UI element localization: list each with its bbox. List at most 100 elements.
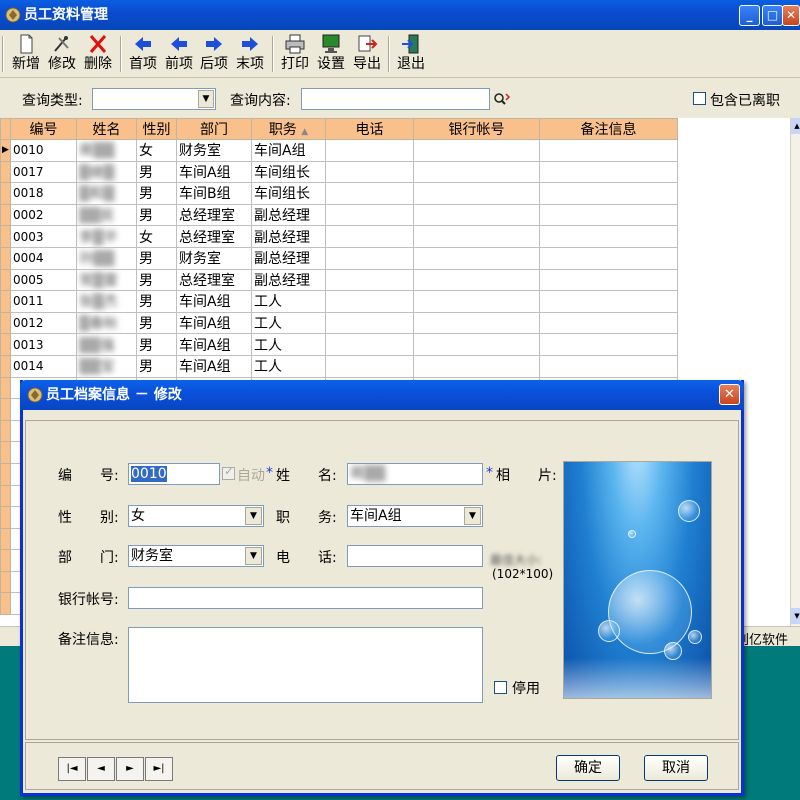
table-cell[interactable]: 常▒雷 [76,268,137,292]
auto-checkbox[interactable]: ✓ [222,464,235,480]
table-cell[interactable] [413,160,540,184]
table-cell[interactable]: 副总经理 [251,225,326,248]
table-cell[interactable]: 车间A组 [176,333,252,356]
name-field[interactable]: 蒋▒▒ [347,463,483,485]
search-icon[interactable] [493,91,511,107]
row-header[interactable] [0,246,11,270]
table-cell[interactable] [325,139,414,162]
row-header[interactable] [0,354,11,378]
table-cell[interactable]: 0002 [10,203,77,227]
table-cell[interactable]: 0012 [10,311,77,335]
table-cell[interactable]: 孙▒▒ [76,246,137,270]
table-cell[interactable] [539,139,678,162]
table-cell[interactable] [413,182,540,205]
nav-first-button[interactable]: |◄ [58,757,86,781]
row-header[interactable] [0,527,11,551]
row-header[interactable] [0,419,11,443]
gender-select[interactable]: 女 ▼ [128,505,264,527]
table-cell[interactable]: ▒▒民 [76,203,137,227]
table-cell[interactable] [413,354,540,378]
table-cell[interactable] [539,160,678,184]
row-header[interactable] [0,376,11,400]
table-cell[interactable]: 副总经理 [251,246,326,270]
table-cell[interactable]: 车间组长 [251,182,326,205]
phone-field[interactable] [347,545,483,567]
table-cell[interactable]: 0010 [10,139,77,162]
table-cell[interactable]: 0014 [10,354,77,378]
row-header[interactable] [0,441,11,464]
table-row[interactable]: 0004 孙▒▒ 男财务室 副总经理 [0,246,791,270]
table-cell[interactable] [413,246,540,270]
table-cell[interactable]: 车间A组 [176,354,252,378]
row-header[interactable] [0,203,11,227]
print-button[interactable]: 打印 [276,34,314,76]
table-cell[interactable] [325,333,414,356]
table-cell[interactable] [539,333,678,356]
row-header[interactable] [0,333,11,356]
row-header[interactable] [0,549,11,572]
cancel-button[interactable]: 取消 [644,755,708,781]
table-cell[interactable]: 0013 [10,333,77,356]
table-cell[interactable] [413,290,540,313]
table-cell[interactable]: 男 [136,333,177,356]
chevron-down-icon[interactable]: ▼ [464,507,481,525]
delete-button[interactable]: 删除 [79,34,117,76]
table-cell[interactable] [413,203,540,227]
table-cell[interactable] [325,203,414,227]
table-cell[interactable] [413,333,540,356]
include-resigned-checkbox[interactable] [693,92,706,105]
row-header[interactable] [0,268,11,292]
first-record-button[interactable]: 首项 [124,34,162,76]
edit-button[interactable]: 修改 [43,34,81,76]
table-cell[interactable] [539,354,678,378]
table-cell[interactable] [539,203,678,227]
table-cell[interactable]: 车间A组 [251,139,326,162]
table-cell[interactable] [325,268,414,292]
table-cell[interactable]: 男 [136,246,177,270]
table-cell[interactable] [413,139,540,162]
next-record-button[interactable]: 后项 [195,34,233,76]
table-cell[interactable]: ▒春秋 [76,311,137,335]
table-cell[interactable]: 财务室 [176,139,252,162]
table-cell[interactable] [325,311,414,335]
table-cell[interactable]: 车间A组 [176,160,252,184]
column-header-bank[interactable]: 银行帐号 [413,118,540,140]
row-header[interactable] [0,398,11,421]
table-cell[interactable] [413,268,540,292]
table-cell[interactable]: 李▒平 [76,225,137,248]
table-cell[interactable]: 0003 [10,225,77,248]
table-cell[interactable] [325,354,414,378]
table-cell[interactable]: 0004 [10,246,77,270]
table-row[interactable]: 0003 李▒平女总经理室 副总经理 [0,225,791,248]
row-header[interactable] [0,290,11,313]
query-type-select[interactable]: ▼ [92,88,216,110]
ok-button[interactable]: 确定 [556,755,620,781]
table-cell[interactable]: 男 [136,268,177,292]
table-cell[interactable]: 工人 [251,290,326,313]
table-cell[interactable]: 副总经理 [251,268,326,292]
table-cell[interactable]: ▒继▒ [76,160,137,184]
table-row[interactable]: 0013 ▒▒强男车间A组 工人 [0,333,791,356]
table-cell[interactable]: 0011 [10,290,77,313]
table-cell[interactable]: 男 [136,182,177,205]
table-cell[interactable] [539,246,678,270]
scroll-up-icon[interactable]: ▲ [791,118,800,134]
disabled-checkbox[interactable] [494,681,507,694]
table-cell[interactable]: 男 [136,203,177,227]
table-cell[interactable]: 蒋▒▒ [76,139,137,162]
table-cell[interactable]: 工人 [251,333,326,356]
scroll-down-icon[interactable]: ▼ [791,608,800,624]
table-cell[interactable] [413,225,540,248]
maximize-button[interactable]: □ [762,5,783,26]
table-cell[interactable]: 男 [136,160,177,184]
table-cell[interactable] [539,225,678,248]
table-row[interactable]: 0014 ▒▒宝男车间A组 工人 [0,354,791,378]
nav-prev-button[interactable]: ◄ [87,757,115,781]
table-cell[interactable]: 财务室 [176,246,252,270]
exit-button[interactable]: 退出 [392,34,430,76]
row-header[interactable] [0,311,11,335]
table-cell[interactable]: 车间A组 [176,311,252,335]
row-header[interactable] [0,570,11,594]
table-cell[interactable] [325,290,414,313]
close-button[interactable]: ✕ [782,5,800,26]
